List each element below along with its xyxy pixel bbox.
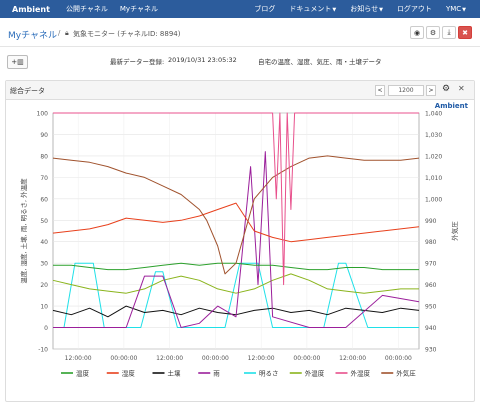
breadcrumb-my-channel[interactable]: Myチャネル xyxy=(8,28,57,41)
data-count-input[interactable]: 1200 xyxy=(388,85,424,96)
y-left-tick-label: 50 xyxy=(40,218,48,225)
nav-blog[interactable]: ブログ xyxy=(254,4,275,14)
series-line-4 xyxy=(53,262,419,328)
y-left-tick-label: 20 xyxy=(40,282,48,289)
trash-icon: ✖ xyxy=(462,28,468,37)
top-navbar: Ambient 公開チャネル Myチャネル ブログ ドキュメント▼ お知らせ▼ … xyxy=(0,0,480,18)
series-line-0 xyxy=(53,262,419,271)
y-left-tick-label: -10 xyxy=(38,347,48,354)
channel-title: 気象モニター (チャネルID: 8894) xyxy=(73,30,181,38)
plus-chart-icon: +▥ xyxy=(11,58,24,66)
y-left-tick-label: 80 xyxy=(40,153,48,160)
chart-svg: 1009080706050403020100-101,0401,0301,020… xyxy=(19,111,459,378)
y-left-tick-label: 10 xyxy=(40,304,48,311)
y-right-tick-label: 970 xyxy=(425,261,437,268)
chart-title: 総合データ xyxy=(10,87,45,95)
y-right-tick-label: 940 xyxy=(425,325,437,332)
legend-label: 明るさ xyxy=(259,370,279,378)
chart-settings-gear-icon[interactable]: ⚙ xyxy=(442,84,450,94)
y-left-tick-label: 60 xyxy=(40,196,48,203)
last-update-value: 2019/10/31 23:05:32 xyxy=(168,56,237,64)
add-chart-button[interactable]: +▥ xyxy=(7,55,28,69)
y-left-tick-label: 70 xyxy=(40,175,48,182)
nav-logout-label: ログアウト xyxy=(396,5,432,13)
settings-button[interactable]: ⚙ xyxy=(426,26,440,39)
nav-news[interactable]: お知らせ▼ xyxy=(350,4,383,14)
last-update-label: 最新データー登録: xyxy=(110,58,165,66)
x-tick-label: 00:00:00 xyxy=(202,355,229,362)
nav-user-label: YMC xyxy=(445,5,462,13)
prev-button[interactable]: < xyxy=(375,85,385,96)
x-tick-label: 00:00:00 xyxy=(385,355,412,362)
y-right-tick-label: 960 xyxy=(425,282,437,289)
nav-documents[interactable]: ドキュメント▼ xyxy=(289,4,336,14)
y-left-tick-label: 30 xyxy=(40,261,48,268)
eye-icon: ◉ xyxy=(413,28,421,37)
chart-panel-header: 総合データ < 1200 > ⚙ ✕ xyxy=(6,81,474,100)
y-right-tick-label: 950 xyxy=(425,304,437,311)
download-button[interactable]: ⤓ xyxy=(442,26,456,39)
y-right-tick-label: 1,000 xyxy=(425,196,442,203)
legend-label: 雨 xyxy=(213,370,220,378)
brand-logo[interactable]: Ambient xyxy=(12,5,50,14)
chart-close-icon[interactable]: ✕ xyxy=(458,84,465,93)
legend-label: 湿度 xyxy=(122,369,136,378)
download-icon: ⤓ xyxy=(447,28,451,36)
next-button[interactable]: > xyxy=(426,85,436,96)
x-tick-label: 12:00:00 xyxy=(339,355,366,362)
legend-label: 外湿度 xyxy=(351,369,371,378)
divider xyxy=(0,46,480,47)
y-right-tick-label: 1,040 xyxy=(425,111,442,118)
legend-label: 土壌 xyxy=(168,369,182,378)
x-tick-label: 12:00:00 xyxy=(248,355,275,362)
x-tick-label: 12:00:00 xyxy=(65,355,92,362)
nav-news-label: お知らせ xyxy=(350,5,379,13)
series-line-1 xyxy=(52,202,420,243)
caret-down-icon: ▼ xyxy=(462,7,466,13)
gear-icon: ⚙ xyxy=(429,28,437,37)
x-tick-label: 00:00:00 xyxy=(293,355,320,362)
navbar-right: ブログ ドキュメント▼ お知らせ▼ ログアウト YMC▼ xyxy=(254,0,480,18)
legend-label: 温度 xyxy=(76,369,90,378)
series-line-7 xyxy=(52,155,420,275)
lock-icon: 🔒︎ xyxy=(65,29,69,37)
y-left-axis-title: 温度, 湿度, 土壌, 雨, 明るさ, 外温度 xyxy=(19,178,28,284)
nav-my-channels[interactable]: Myチャネル xyxy=(120,4,158,14)
series-line-3 xyxy=(53,151,420,328)
nav-logout[interactable]: ログアウト xyxy=(397,4,432,14)
nav-user-menu[interactable]: YMC▼ xyxy=(446,5,466,13)
delete-button[interactable]: ✖ xyxy=(458,26,472,39)
y-right-tick-label: 1,010 xyxy=(425,175,442,182)
y-right-tick-label: 980 xyxy=(425,239,437,246)
x-tick-label: 12:00:00 xyxy=(156,355,183,362)
y-left-tick-label: 0 xyxy=(44,325,48,332)
breadcrumb-separator: / xyxy=(58,29,61,37)
legend-label: 外気圧 xyxy=(396,369,416,378)
y-right-axis-title: 外気圧 xyxy=(450,221,459,241)
y-right-tick-label: 930 xyxy=(425,347,437,354)
legend-label: 外温度 xyxy=(305,369,325,378)
y-left-tick-label: 100 xyxy=(37,111,49,118)
nav-documents-label: ドキュメント xyxy=(289,5,332,13)
y-left-tick-label: 90 xyxy=(40,132,48,139)
nav-blog-label: ブログ xyxy=(254,5,276,13)
caret-down-icon: ▼ xyxy=(379,7,383,13)
y-right-tick-label: 1,030 xyxy=(425,132,442,139)
series-line-5 xyxy=(52,273,419,294)
caret-down-icon: ▼ xyxy=(332,7,337,13)
channel-description: 自宅の温度、湿度、気圧、雨・土壌データ xyxy=(258,58,382,66)
y-right-tick-label: 1,020 xyxy=(425,153,442,160)
chart-panel: 総合データ < 1200 > ⚙ ✕ Ambient 100 90 80 70 60 50… xyxy=(5,80,475,402)
view-button[interactable]: ◉ xyxy=(410,26,424,39)
y-left-tick-label: 40 xyxy=(40,239,48,246)
nav-public-channels[interactable]: 公開チャネル xyxy=(66,4,108,14)
channel-titlebar: Myチャネル / 🔒︎ 気象モニター (チャネルID: 8894) ◉ ⚙ ⤓ … xyxy=(0,26,480,44)
x-tick-label: 00:00:00 xyxy=(110,355,137,362)
y-right-tick-label: 990 xyxy=(425,218,437,225)
